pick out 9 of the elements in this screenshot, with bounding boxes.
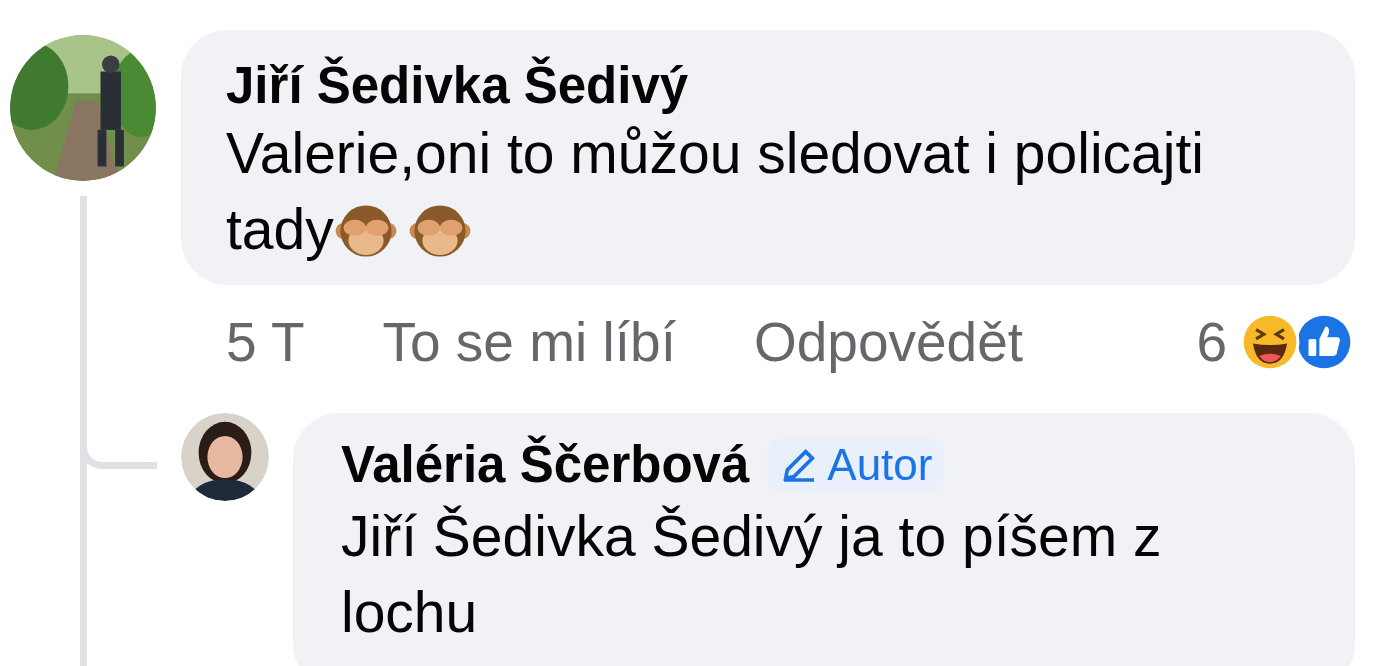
action-link[interactable]: Odpovědět	[753, 310, 1023, 374]
comment-text: Jiří Šedivka Šedivý ja to píšem z lochu	[341, 503, 1163, 646]
author-name[interactable]: Jiří Šedivka Šedivý	[226, 56, 1315, 115]
author-name[interactable]: Valéria Ščerbová	[341, 435, 750, 494]
reaction-count[interactable]: 6	[1196, 310, 1227, 374]
action-link[interactable]: To se mi líbí	[382, 310, 676, 374]
badge-label: Autor	[827, 439, 933, 490]
comment-text: Valerie,oni to můžou sledovat i policajti tady	[226, 120, 1205, 265]
comment-time[interactable]: 5 T	[226, 310, 305, 374]
